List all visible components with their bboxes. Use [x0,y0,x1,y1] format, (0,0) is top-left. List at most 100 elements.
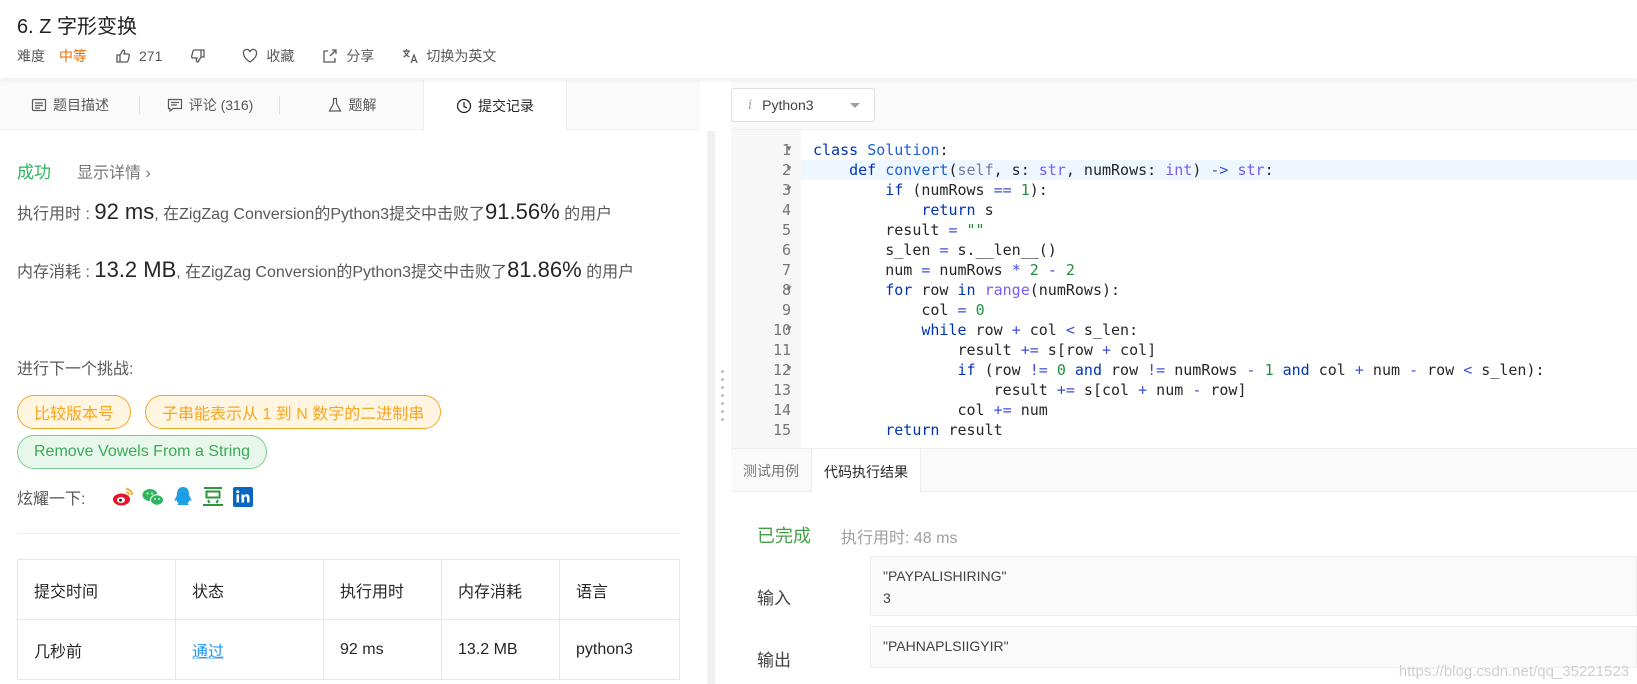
fold-icon[interactable]: ▼ [785,324,793,333]
fold-icon[interactable]: ▼ [785,164,793,173]
translate-icon [403,49,418,64]
tab-solutions[interactable]: 题解 [280,80,423,130]
runtime-prefix: 执行用时 : [17,206,95,223]
tab-submissions-label: 提交记录 [478,97,534,114]
resize-handle[interactable] [721,370,725,430]
run-status: 已完成 [757,526,811,546]
input-label: 输入 [757,589,791,608]
runtime-value: 92 ms [94,199,155,224]
favorite-button[interactable]: 收藏 [242,46,294,66]
caret-down-icon [850,103,860,108]
memory-prefix: 内存消耗 : [17,264,95,281]
runtime-tail: 的用户 [559,206,613,223]
line-number: 5 [781,221,791,239]
problem-title: 6. Z 字形变换 [17,16,138,38]
difficulty-label: 难度 [17,48,45,64]
wechat-icon[interactable] [141,485,165,509]
switch-label: 切换为英文 [426,48,497,64]
qq-icon[interactable] [171,485,195,509]
tab-description[interactable]: 题目描述 [0,80,140,130]
left-scrollbar[interactable] [707,131,715,684]
code-line: return s [921,201,994,219]
share-icons [111,485,261,509]
code-line: return result [885,421,1003,439]
douban-icon[interactable] [201,485,225,509]
tab-submissions[interactable]: 提交记录 [423,80,567,131]
code-line: col = 0 [813,301,985,319]
col-language: 语言 [559,559,680,620]
language-value: Python3 [762,97,814,113]
submissions-table: 提交时间 状态 执行用时 内存消耗 语言 几秒前 通过 92 ms 13.2 M… [17,559,680,680]
dislike-button[interactable] [190,48,214,64]
line-number: 1 [781,141,791,159]
thumbs-up-icon [116,49,130,63]
show-detail-link[interactable]: 显示详情 › [77,159,151,183]
col-memory: 内存消耗 [441,559,560,620]
like-button[interactable]: 271 [115,48,162,64]
language-select[interactable]: i Python3 [731,88,875,122]
line-number: 13 [772,381,791,399]
status-pass-link[interactable]: 通过 [192,644,224,661]
weibo-icon[interactable] [111,485,135,509]
submission-panel: 成功 显示详情 › 执行用时 : 92 ms , 在ZigZag Conversi… [0,131,700,684]
input-value: "PAYPALISHIRING" 3 [870,556,1637,616]
problem-tabs: 题目描述 评论 (316) 题解 提交记录 [0,80,700,131]
code-line: for row in range(numRows): [885,281,1121,299]
share-icon [323,49,338,63]
tab-comments-label: 评论 (316) [188,97,254,113]
memory-percent: 81.86% [507,257,582,282]
switch-language-button[interactable]: 切换为英文 [402,46,496,66]
code-line: num = numRows * 2 - 2 [813,261,1075,279]
table-header-row: 提交时间 状态 执行用时 内存消耗 语言 [17,559,680,620]
challenge-tag[interactable]: 比较版本号 [17,395,132,429]
comment-icon [167,98,182,113]
clock-icon [456,98,472,113]
code-line: result = "" [813,221,985,239]
memory-tail: 的用户 [581,264,635,281]
memory-suffix: , 在ZigZag Conversion的Python3提交中击败了 [176,264,508,281]
runtime-percent: 91.56% [485,199,560,224]
code-line: result += s[col + num - row] [813,381,1247,399]
col-submit-time: 提交时间 [17,559,176,620]
flask-icon [328,97,341,112]
divider [17,533,680,534]
tab-comments[interactable]: 评论 (316) [140,80,280,130]
line-number: 7 [781,261,791,279]
memory-value: 13.2 MB [94,257,177,282]
line-number: 3 [781,181,791,199]
cell-submit-time: 几秒前 [17,619,176,680]
share-button[interactable]: 分享 [322,46,374,66]
code-editor[interactable]: 1 2 3 4 5 6 7 8 9 10 11 12 13 14 15 ▼ ▼ … [731,130,1637,448]
fold-icon[interactable]: ▼ [785,144,793,153]
line-number: 14 [772,401,791,419]
cell-runtime: 92 ms [323,619,442,680]
line-number: 15 [772,421,791,439]
tab-run-result[interactable]: 代码执行结果 [811,449,921,494]
thumbs-down-icon [191,49,206,63]
line-number: 11 [772,341,791,359]
cell-memory: 13.2 MB [441,619,560,680]
challenge-tag[interactable]: 子串能表示从 1 到 N 数字的二进制串 [145,395,442,429]
submission-status: 成功 显示详情 › [17,158,151,183]
chevron-right-icon: › [145,164,151,182]
line-number: 10 [772,321,791,339]
output-value: "PAHNAPLSIIGYIR" [870,626,1637,668]
watermark: https://blog.csdn.net/qq_35221523 [1398,663,1629,680]
fold-icon[interactable]: ▼ [785,184,793,193]
linkedin-icon[interactable] [231,485,255,509]
col-runtime: 执行用时 [323,559,442,620]
tab-testcase[interactable]: 测试用例 [731,449,811,493]
table-row: 几秒前 通过 92 ms 13.2 MB python3 [17,619,680,680]
code-panel: i Python3 1 2 3 4 5 6 7 8 9 10 11 12 13 … [731,80,1637,684]
fold-icon[interactable]: ▼ [785,284,793,293]
code-line: if (row != 0 and row != numRows - 1 and … [957,361,1545,379]
col-status: 状态 [175,559,324,620]
cell-language: python3 [559,619,680,680]
status-success: 成功 [17,163,51,182]
memory-stat: 内存消耗 : 13.2 MB, 在ZigZag Conversion的Pytho… [17,259,677,284]
code-line: while row + col < s_len: [921,321,1139,339]
fold-icon[interactable]: ▼ [785,364,793,373]
difficulty-value: 中等 [59,48,87,64]
challenge-tag[interactable]: Remove Vowels From a String [17,435,268,469]
line-gutter: 1 2 3 4 5 6 7 8 9 10 11 12 13 14 15 ▼ ▼ … [731,130,801,448]
